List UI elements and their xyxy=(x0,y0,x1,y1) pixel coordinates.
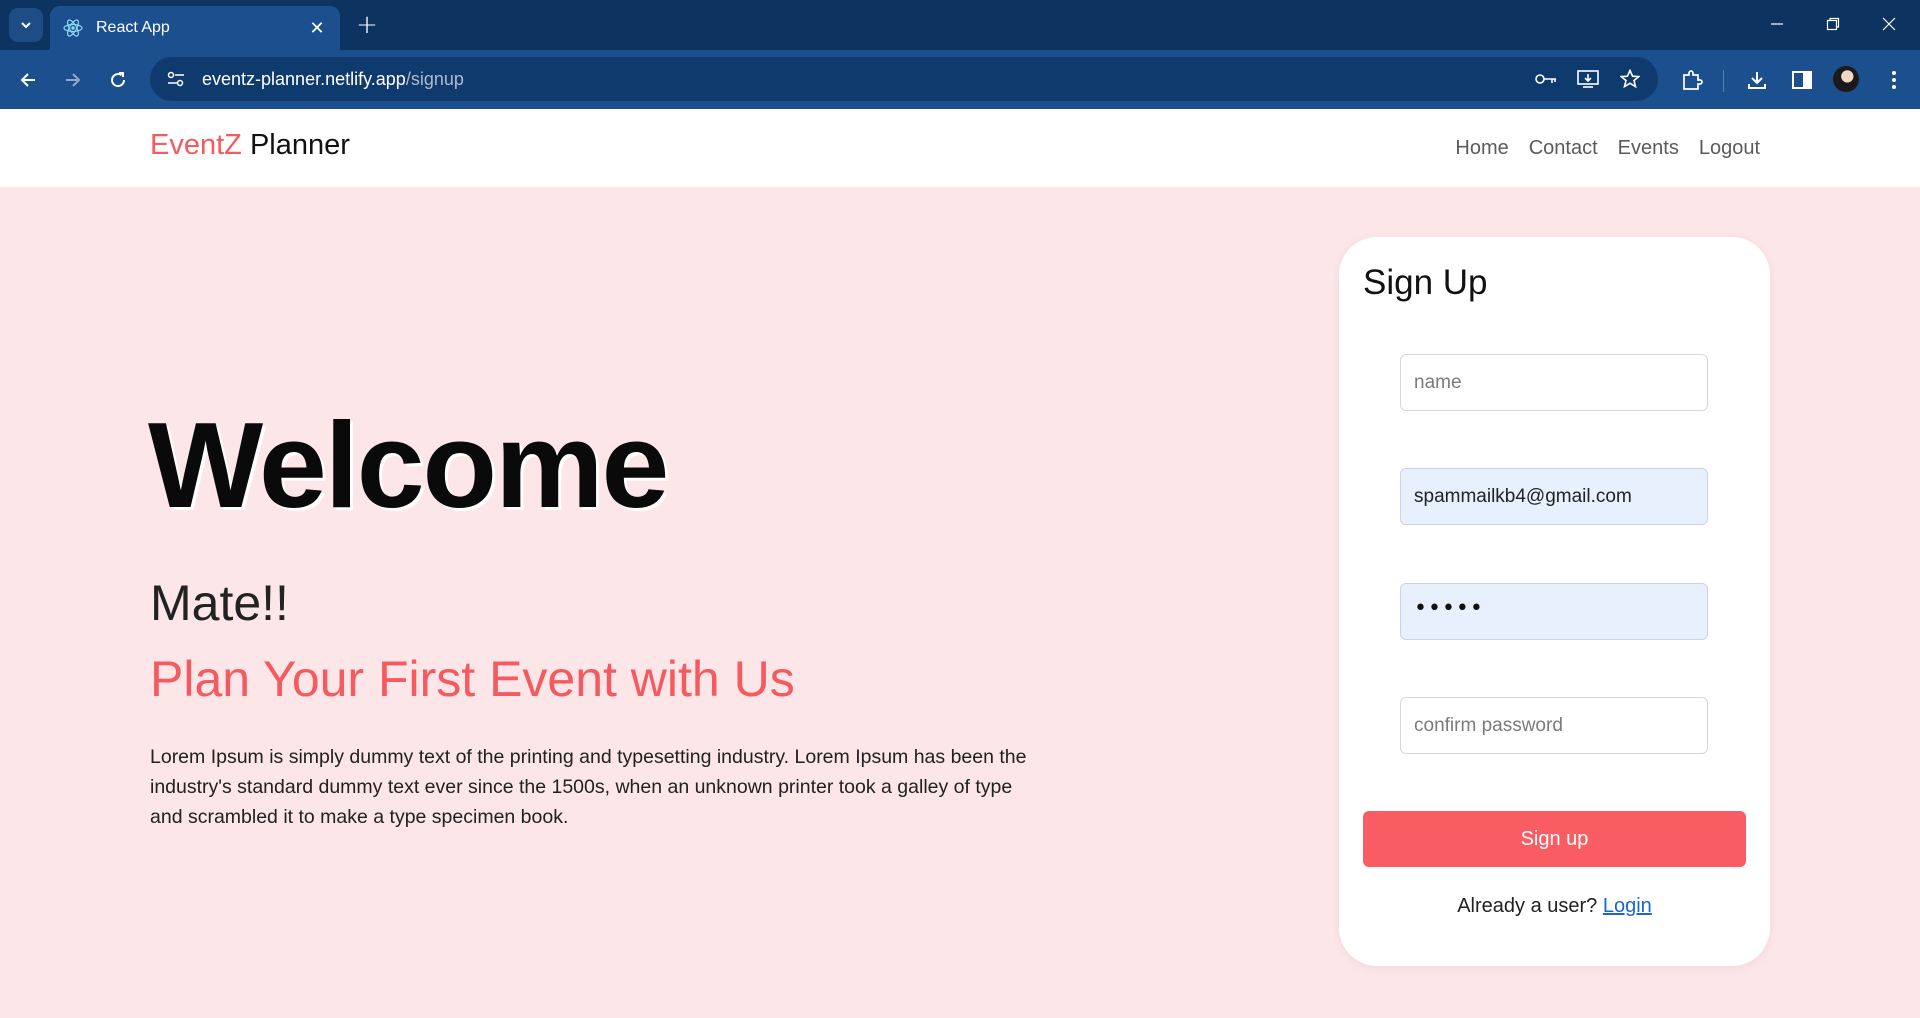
downloads-icon[interactable] xyxy=(1739,62,1775,98)
tab-search-icon[interactable] xyxy=(9,8,43,42)
browser-toolbar: eventz-planner.netlify.app/signup xyxy=(0,50,1920,109)
confirm-password-input[interactable] xyxy=(1400,697,1708,754)
tab-title: React App xyxy=(96,19,170,36)
back-icon[interactable] xyxy=(10,62,46,98)
site-info-icon[interactable] xyxy=(162,65,190,93)
address-bar[interactable]: eventz-planner.netlify.app/signup xyxy=(150,57,1658,101)
password-input[interactable] xyxy=(1400,583,1708,640)
password-key-icon[interactable] xyxy=(1532,65,1560,93)
signup-card: Sign Up ••••• Sign up Already a user? Lo… xyxy=(1339,237,1770,966)
brand-logo[interactable]: EventZ Planner xyxy=(150,129,350,162)
hero-subtitle: Mate!! xyxy=(150,575,289,631)
minimize-icon[interactable] xyxy=(1752,6,1802,42)
login-prompt: Already a user? Login xyxy=(1339,895,1770,918)
nav-link-contact[interactable]: Contact xyxy=(1529,137,1598,160)
reload-icon[interactable] xyxy=(100,62,136,98)
browser-tab-strip: React App ✕ + xyxy=(0,0,1920,50)
login-prompt-text: Already a user? xyxy=(1457,895,1598,917)
close-icon[interactable]: ✕ xyxy=(306,17,328,39)
install-app-icon[interactable] xyxy=(1574,65,1602,93)
maximize-icon[interactable] xyxy=(1808,6,1858,42)
name-input[interactable] xyxy=(1400,354,1708,411)
signup-button[interactable]: Sign up xyxy=(1363,811,1746,867)
site-navbar: EventZ Planner Home Contact Events Logou… xyxy=(0,109,1920,187)
url-path: /signup xyxy=(405,68,464,89)
forward-icon[interactable] xyxy=(55,62,91,98)
login-link[interactable]: Login xyxy=(1603,895,1652,917)
hero-title: Welcome xyxy=(148,397,669,533)
window-close-icon[interactable] xyxy=(1864,6,1914,42)
new-tab-icon[interactable]: + xyxy=(352,10,382,40)
browser-tab[interactable]: React App ✕ xyxy=(50,6,340,50)
hero-description: Lorem Ipsum is simply dummy text of the … xyxy=(150,746,1027,828)
nav-link-events[interactable]: Events xyxy=(1618,137,1679,160)
url-host: eventz-planner.netlify.app xyxy=(202,68,406,89)
toolbar-divider xyxy=(1723,70,1724,92)
signup-title: Sign Up xyxy=(1363,263,1488,302)
hero-tagline: Plan Your First Event with Us xyxy=(150,651,795,707)
menu-icon[interactable] xyxy=(1876,62,1912,98)
brand-name-accent: EventZ xyxy=(150,129,242,161)
nav-link-home[interactable]: Home xyxy=(1455,137,1508,160)
profile-avatar[interactable] xyxy=(1833,66,1859,92)
side-panel-icon[interactable] xyxy=(1784,62,1820,98)
brand-name: Planner xyxy=(249,129,350,161)
nav-links: Home Contact Events Logout xyxy=(1455,137,1760,160)
bookmark-star-icon[interactable] xyxy=(1616,65,1644,93)
email-input[interactable] xyxy=(1400,468,1708,525)
extensions-icon[interactable] xyxy=(1674,62,1710,98)
react-favicon-icon xyxy=(62,17,84,39)
nav-link-logout[interactable]: Logout xyxy=(1699,137,1760,160)
